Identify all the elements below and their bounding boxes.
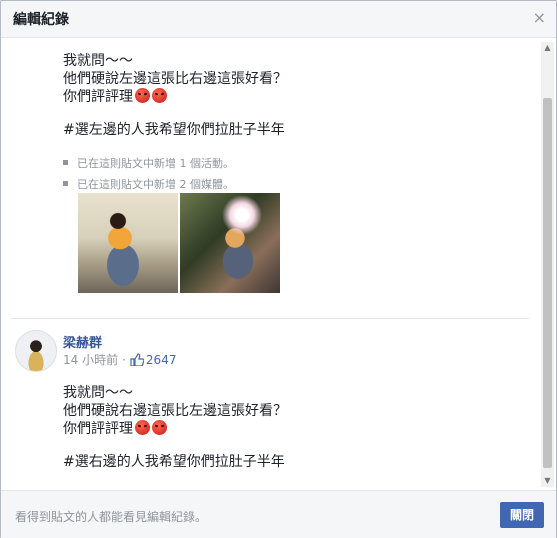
bullet-icon <box>63 160 68 165</box>
post-time[interactable]: 14 小時前 <box>63 353 118 367</box>
author-name[interactable]: 梁赫群 <box>63 332 102 351</box>
like-count[interactable]: 2647 <box>146 353 177 367</box>
post-line-1: 我就問～～ <box>63 385 133 401</box>
dialog-title: 編輯紀錄 <box>13 12 69 28</box>
dialog-header: 編輯紀錄 × <box>1 1 556 38</box>
post-line-3-text: 你們評評理 <box>63 89 133 105</box>
edit-history-dialog: 編輯紀錄 × 我就問～～ 他們硬說左邊這張比右邊這張好看？ 你們評評理 #選左邊… <box>0 0 557 538</box>
dialog-footer: 看得到貼文的人都能看見編輯紀錄。 關閉 <box>1 490 556 538</box>
angry-emoji-icon <box>152 88 167 103</box>
close-button[interactable]: 關閉 <box>500 502 544 528</box>
post-photo-right[interactable] <box>180 193 280 293</box>
meta-separator: · <box>122 353 126 367</box>
close-icon[interactable]: × <box>533 9 546 27</box>
history-content[interactable]: 我就問～～ 他們硬說左邊這張比右邊這張好看？ 你們評評理 #選左邊的人我希望你們… <box>1 38 556 489</box>
scrollbar-thumb[interactable] <box>543 98 552 468</box>
post-line-2: 他們硬說右邊這張比左邊這張好看？ <box>63 403 287 419</box>
version-divider <box>11 318 529 319</box>
post-line-3: 你們評評理 <box>63 88 167 106</box>
bullet-icon <box>63 181 68 186</box>
post-hashtag: #選左邊的人我希望你們拉肚子半年 <box>63 122 285 138</box>
thumbs-up-icon <box>130 353 145 369</box>
scroll-up-arrow-icon[interactable]: ▲ <box>541 42 554 54</box>
post-line-3: 你們評評理 <box>63 420 167 438</box>
activity-note-2: 已在這則貼文中新增 2 個媒體。 <box>63 176 234 192</box>
post-line-1: 我就問～～ <box>63 53 133 69</box>
activity-note-text: 已在這則貼文中新增 1 個活動。 <box>77 157 234 170</box>
footer-note: 看得到貼文的人都能看見編輯紀錄。 <box>15 510 208 524</box>
scroll-down-arrow-icon[interactable]: ▼ <box>541 475 554 487</box>
angry-emoji-icon <box>135 88 150 103</box>
scrollbar[interactable]: ▲ ▼ <box>541 42 554 487</box>
post-line-3-text: 你們評評理 <box>63 421 133 437</box>
activity-note-1: 已在這則貼文中新增 1 個活動。 <box>63 155 234 171</box>
angry-emoji-icon <box>152 420 167 435</box>
angry-emoji-icon <box>135 420 150 435</box>
post-photo-left[interactable] <box>78 193 178 293</box>
post-hashtag: #選右邊的人我希望你們拉肚子半年 <box>63 454 285 470</box>
avatar[interactable] <box>15 330 57 372</box>
post-meta: 14 小時前 · 2647 <box>63 351 176 369</box>
post-line-2: 他們硬說左邊這張比右邊這張好看？ <box>63 71 287 87</box>
activity-note-text: 已在這則貼文中新增 2 個媒體。 <box>77 178 234 191</box>
